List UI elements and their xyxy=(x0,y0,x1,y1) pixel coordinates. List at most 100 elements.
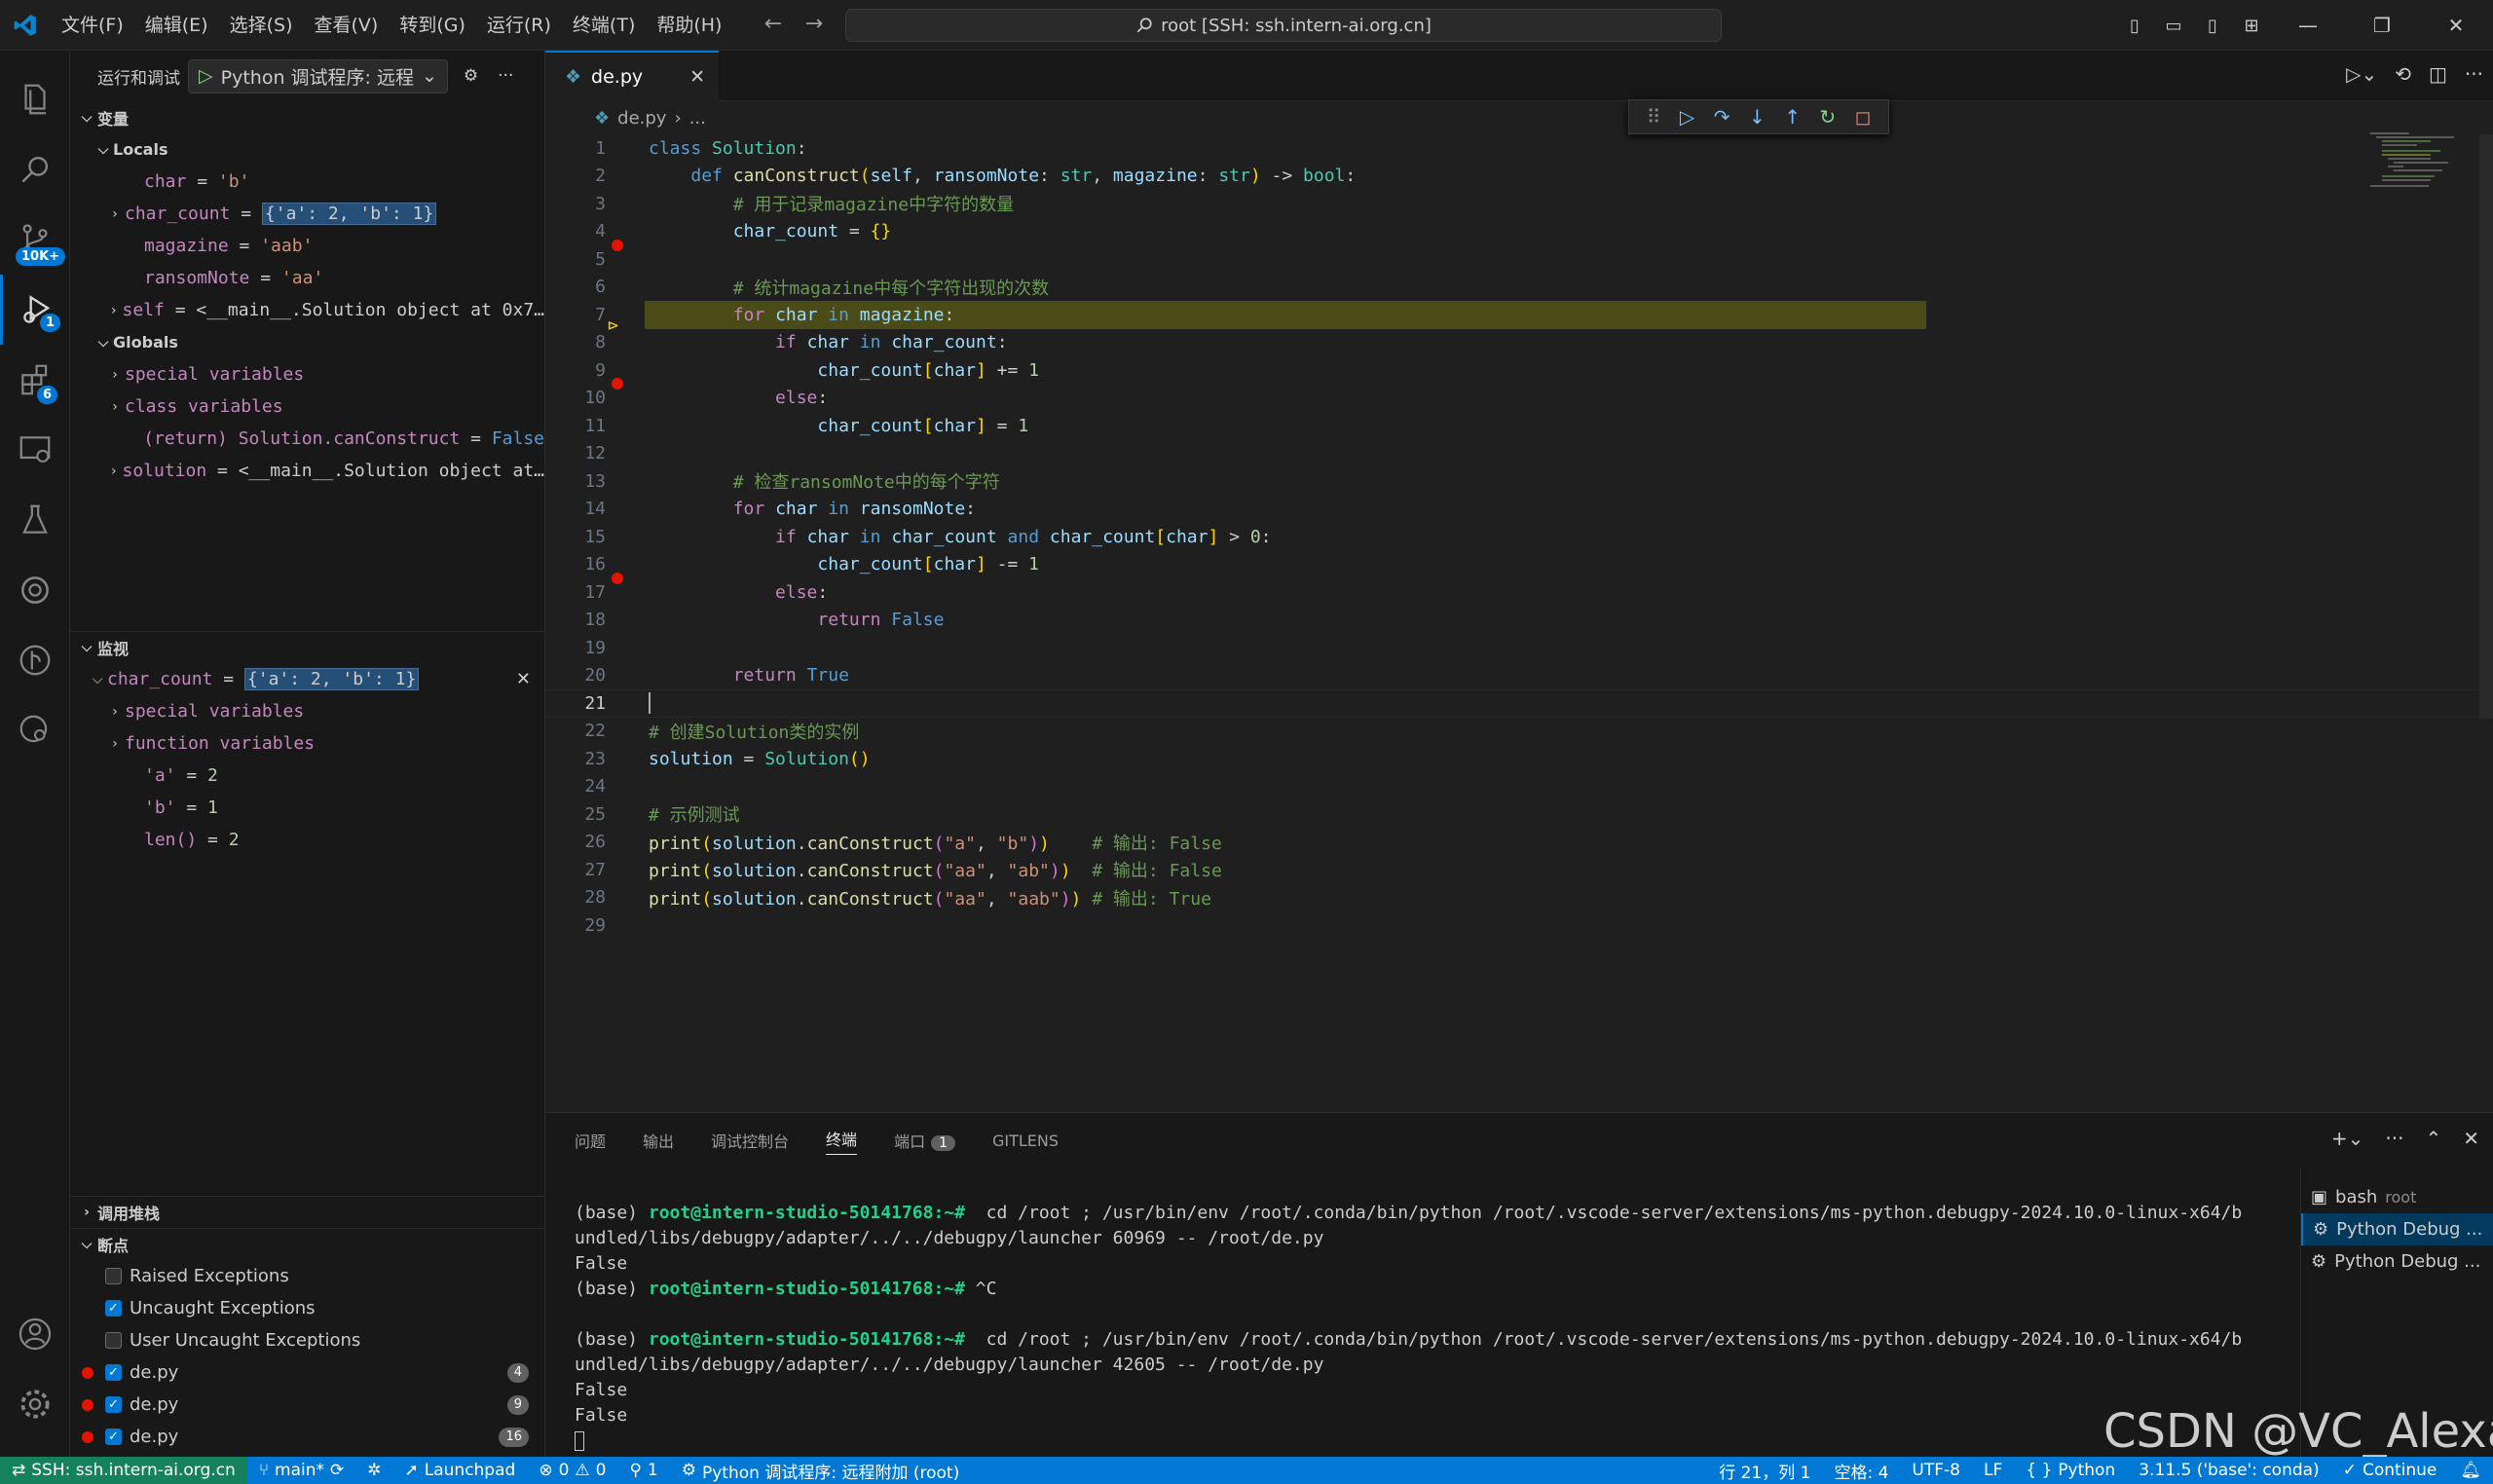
breadcrumb-file[interactable]: de.py xyxy=(617,108,666,129)
debug-extension-status[interactable]: ✲ xyxy=(355,1461,392,1480)
step-over-icon[interactable]: ↷ xyxy=(1714,105,1730,129)
terminal-item-bash[interactable]: ▣ bash root xyxy=(2301,1181,2493,1213)
python-interpreter[interactable]: 3.11.5 ('base': conda) xyxy=(2127,1461,2330,1480)
variable-row[interactable]: 'b' = 1 xyxy=(70,792,544,824)
menu-run[interactable]: 运行(R) xyxy=(476,0,562,51)
menu-go[interactable]: 转到(G) xyxy=(389,0,476,51)
tab-output[interactable]: 输出 xyxy=(643,1129,674,1152)
locals-scope[interactable]: ⌵ Locals xyxy=(70,133,544,166)
exception-breakpoint-uncaught[interactable]: ✓ Uncaught Exceptions xyxy=(70,1292,544,1324)
timeline-history-icon[interactable]: ⟲ xyxy=(2395,62,2411,86)
menu-help[interactable]: 帮助(H) xyxy=(646,0,732,51)
maximize-panel-icon[interactable]: ⌃ xyxy=(2425,1127,2441,1150)
stop-icon[interactable]: ◻ xyxy=(1855,105,1872,129)
chevron-right-icon[interactable]: › xyxy=(105,399,125,415)
breadcrumb-symbol[interactable]: ... xyxy=(689,108,706,129)
continue-button[interactable]: ✓ Continue xyxy=(2331,1461,2449,1480)
remove-expression-icon[interactable]: ✕ xyxy=(516,669,531,689)
menu-view[interactable]: 查看(V) xyxy=(304,0,390,51)
encoding[interactable]: UTF-8 xyxy=(1900,1461,1972,1480)
sync-icon[interactable]: ⟳ xyxy=(330,1461,344,1480)
chevron-right-icon[interactable]: › xyxy=(105,704,125,720)
indentation[interactable]: 空格: 4 xyxy=(1822,1459,1900,1483)
breakpoint-row[interactable]: ✓ de.py 4 xyxy=(70,1356,544,1389)
chevron-right-icon[interactable]: › xyxy=(105,464,123,479)
remote-indicator[interactable]: ⇄ SSH: ssh.intern-ai.org.cn xyxy=(0,1457,247,1484)
back-arrow-icon[interactable]: ← xyxy=(760,12,787,36)
variable-row[interactable]: › solution = <__main__.Solution object at… xyxy=(70,455,544,487)
open-launch-json-gear-icon[interactable]: ⚙ xyxy=(464,66,478,86)
forward-arrow-icon[interactable]: → xyxy=(800,12,828,36)
checkbox-checked[interactable]: ✓ xyxy=(105,1364,122,1381)
restore-icon[interactable]: ❐ xyxy=(2345,14,2419,37)
language-mode[interactable]: { } Python xyxy=(2014,1461,2127,1480)
variable-group-row[interactable]: › class variables xyxy=(70,390,544,423)
tab-gitlens[interactable]: GITLENS xyxy=(992,1132,1059,1150)
debug-config-select[interactable]: ▷ Python 调试程序: 远程 ⌄ xyxy=(188,58,448,93)
step-into-icon[interactable]: ↓ xyxy=(1749,105,1766,129)
chevron-right-icon[interactable]: › xyxy=(105,736,125,752)
menu-terminal[interactable]: 终端(T) xyxy=(562,0,646,51)
tab-ports[interactable]: 端口 1 xyxy=(894,1129,955,1152)
terminal-item-python-debug[interactable]: ⚙ Python Debug ... xyxy=(2301,1245,2493,1278)
variable-row[interactable]: 'a' = 2 xyxy=(70,760,544,792)
tab-problems[interactable]: 问题 xyxy=(575,1129,606,1152)
more-actions-icon[interactable]: ··· xyxy=(498,66,513,86)
start-debug-icon[interactable]: ▷ xyxy=(199,65,213,87)
variable-group-row[interactable]: › special variables xyxy=(70,358,544,390)
variable-row[interactable]: magazine = 'aab' xyxy=(70,230,544,262)
toggle-primary-sidebar-icon[interactable]: ▯ xyxy=(2115,16,2154,36)
exception-breakpoint-user-uncaught[interactable]: User Uncaught Exceptions xyxy=(70,1324,544,1356)
code-editor[interactable]: 1 class Solution: 2 def canConstruct(self… xyxy=(545,134,2493,940)
breakpoint-row[interactable]: ✓ de.py 9 xyxy=(70,1389,544,1421)
breakpoints-section-header[interactable]: ⌵ 断点 xyxy=(70,1228,544,1260)
variable-row[interactable]: ransomNote = 'aa' xyxy=(70,262,544,294)
chevron-right-icon[interactable]: › xyxy=(105,303,123,318)
checkbox[interactable] xyxy=(105,1268,122,1284)
toggle-secondary-sidebar-icon[interactable]: ▯ xyxy=(2193,16,2232,36)
tab-terminal[interactable]: 终端 xyxy=(826,1127,858,1155)
variable-group-row[interactable]: › function variables xyxy=(70,727,544,760)
drag-handle-icon[interactable]: ⠿ xyxy=(1647,105,1661,129)
call-stack-section-header[interactable]: › 调用堆栈 xyxy=(70,1196,544,1228)
tab-de-py[interactable]: ❖ de.py ✕ xyxy=(545,51,719,101)
menu-selection[interactable]: 选择(S) xyxy=(219,0,304,51)
globals-scope[interactable]: ⌵ Globals xyxy=(70,326,544,358)
account-icon[interactable] xyxy=(0,1299,70,1369)
close-tab-icon[interactable]: ✕ xyxy=(689,66,705,88)
end-of-line[interactable]: LF xyxy=(1972,1461,2014,1480)
variables-section-header[interactable]: ⌵ 变量 xyxy=(70,101,544,133)
git-inspect-icon[interactable] xyxy=(0,695,70,765)
checkbox-checked[interactable]: ✓ xyxy=(105,1428,122,1445)
git-graph-icon[interactable] xyxy=(0,625,70,695)
checkbox-checked[interactable]: ✓ xyxy=(105,1300,122,1317)
customize-layout-icon[interactable]: ⊞ xyxy=(2232,16,2271,36)
variable-row[interactable]: (return) Solution.canConstruct = False xyxy=(70,423,544,455)
checkbox[interactable] xyxy=(105,1332,122,1349)
terminal-item-python-debug[interactable]: ⚙ Python Debug ... xyxy=(2301,1213,2493,1245)
explorer-icon[interactable] xyxy=(0,64,70,134)
checkbox-checked[interactable]: ✓ xyxy=(105,1396,122,1413)
command-center[interactable]: root [SSH: ssh.intern-ai.org.cn] xyxy=(845,9,1722,42)
chevron-right-icon[interactable]: › xyxy=(105,206,125,222)
watch-expression-row[interactable]: ⌵ char_count = {'a': 2, 'b': 1} ✕ xyxy=(70,663,544,695)
minimize-icon[interactable]: — xyxy=(2271,14,2345,37)
more-actions-icon[interactable]: ··· xyxy=(2465,62,2483,86)
exception-breakpoint-raised[interactable]: Raised Exceptions xyxy=(70,1260,544,1292)
chevron-right-icon[interactable]: › xyxy=(105,367,125,383)
terminal-output[interactable]: (base) root@intern-studio-50141768:~# cd… xyxy=(575,1201,2327,1454)
extensions-icon[interactable]: 6 xyxy=(0,345,70,415)
variable-row[interactable]: › self = <__main__.Solution object at 0x7… xyxy=(70,294,544,326)
breakpoint-row[interactable]: ✓ de.py 16 xyxy=(70,1421,544,1453)
launchpad-button[interactable]: ➚ Launchpad xyxy=(393,1461,528,1480)
git-branch[interactable]: ⑂ main* ⟳ xyxy=(247,1461,355,1480)
cursor-position[interactable]: 行 21，列 1 xyxy=(1707,1459,1822,1483)
more-actions-icon[interactable]: ··· xyxy=(2385,1127,2403,1150)
debug-session-indicator[interactable]: ⚙ Python 调试程序: 远程附加 (root) xyxy=(670,1459,971,1483)
close-window-icon[interactable]: ✕ xyxy=(2419,14,2493,37)
split-editor-icon[interactable]: ◫ xyxy=(2429,62,2447,86)
search-icon[interactable] xyxy=(0,134,70,204)
continue-icon[interactable]: ▷ xyxy=(1680,105,1694,129)
run-python-file-icon[interactable]: ▷⌄ xyxy=(2346,62,2377,86)
close-panel-icon[interactable]: ✕ xyxy=(2463,1127,2479,1150)
